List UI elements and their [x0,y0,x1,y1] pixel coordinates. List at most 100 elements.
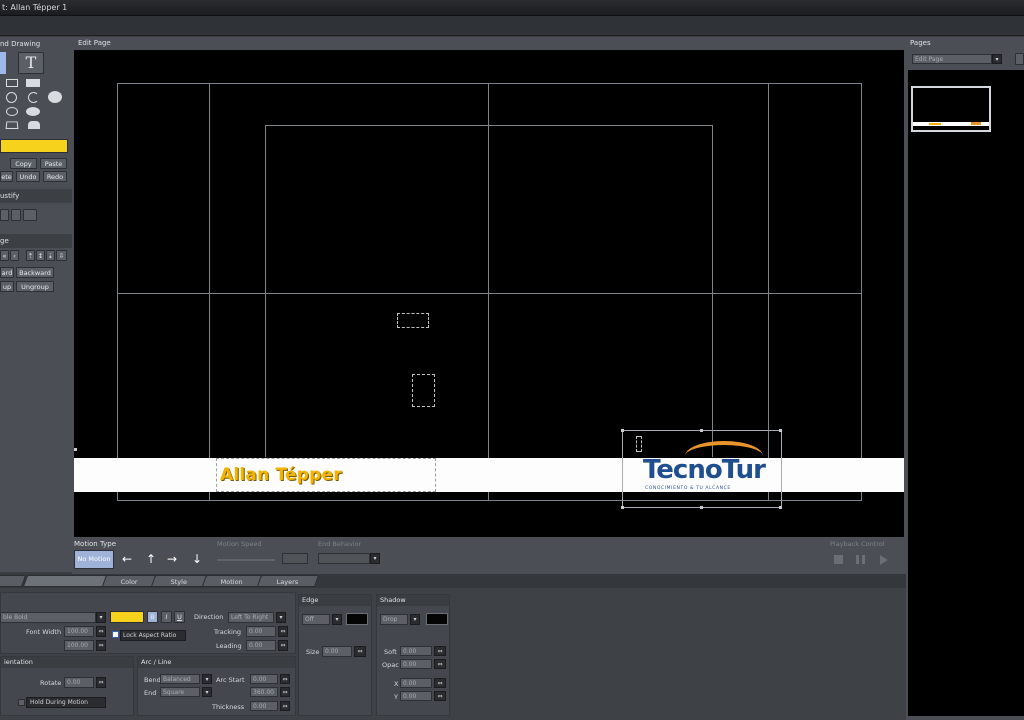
pages-options-button[interactable] [1015,53,1024,65]
underline-button[interactable]: U [174,611,185,623]
forward-button[interactable]: ard [0,267,14,278]
font-name-dropdown-arrow[interactable]: ▾ [96,612,106,623]
shadow-type-field[interactable]: Drop [380,614,408,625]
play-icon[interactable] [880,555,888,565]
pages-dropdown-arrow[interactable]: ▾ [992,54,1002,64]
hold-during-motion-label[interactable]: Hold During Motion [26,697,106,708]
lock-aspect-label[interactable]: Lock Aspect Ratio [120,630,186,641]
end-behavior-dropdown[interactable] [318,553,370,564]
shadow-soft-field[interactable]: 0.00 [400,646,432,656]
placeholder-object-2[interactable] [412,374,435,407]
shadow-y-stepper[interactable]: ⇔ [434,691,446,701]
arc-start-stepper[interactable]: ⇔ [280,674,290,684]
no-motion-button[interactable]: No Motion [74,550,114,569]
selection-handle[interactable] [779,506,782,509]
back-icon[interactable]: ‹ [10,250,19,261]
tab-motion[interactable]: Motion [201,575,263,587]
selection-handle[interactable] [621,506,624,509]
end-cap-dropdown-arrow[interactable]: ▾ [202,687,212,697]
align-bottom-icon[interactable]: ⇣ [46,250,55,261]
shadow-color-swatch[interactable] [426,613,448,625]
justify-right-button[interactable] [23,209,37,221]
font-name-field[interactable]: ble Bold [0,612,96,623]
tracking-field[interactable]: 0.00 [246,626,276,637]
shadow-x-stepper[interactable]: ⇔ [434,678,446,688]
shadow-type-dropdown-arrow[interactable]: ▾ [410,614,420,625]
motion-up-arrow-icon[interactable]: ↑ [146,552,156,566]
arc-end-field[interactable]: 360.00 [250,687,278,697]
redo-button[interactable]: Redo [43,171,67,182]
undo-button[interactable]: Undo [16,171,40,182]
tab-layers[interactable]: Layers [256,575,320,587]
paste-button[interactable]: Paste [40,158,67,169]
motion-down-arrow-icon[interactable]: ↓ [192,552,202,566]
distribute-icon[interactable]: ⇩ [56,250,67,261]
motion-speed-slider[interactable] [217,559,275,561]
selection-handle[interactable] [621,429,624,432]
page-thumbnail[interactable] [911,86,991,132]
pie-tool-icon[interactable] [28,92,39,103]
group-button[interactable]: up [0,281,14,292]
ungroup-button[interactable]: Ungroup [16,281,54,292]
font-color-swatch[interactable] [110,611,144,623]
font-height-stepper[interactable]: ⇔ [96,640,106,651]
selection-handle[interactable] [700,429,703,432]
italic-button[interactable]: I [161,611,172,623]
edge-type-field[interactable]: Off [302,614,330,625]
text-tool-button[interactable]: T [18,52,44,74]
stop-icon[interactable] [834,555,843,564]
edit-canvas[interactable]: Allan Tépper TecnoTur CONOCIMIENTO & TU … [74,50,904,538]
pause-icon[interactable] [856,555,865,564]
ellipse-tool-icon[interactable] [6,107,18,116]
edge-color-swatch[interactable] [346,613,368,625]
bend-field[interactable]: Balanced [160,674,200,684]
selection-handle[interactable] [700,506,703,509]
end-cap-field[interactable]: Square [160,687,200,697]
tab-style[interactable]: Style [150,575,208,587]
rotate-stepper[interactable]: ⇔ [96,677,106,688]
edge-size-stepper[interactable]: ⇔ [354,646,366,657]
shadow-opacity-field[interactable]: 0.00 [400,659,432,669]
selection-handle[interactable] [779,429,782,432]
circle-tool-icon[interactable] [6,92,17,103]
direction-dropdown-arrow[interactable]: ▾ [276,612,286,623]
motion-right-arrow-icon[interactable]: → [167,552,177,566]
align-middle-icon[interactable]: ↕ [36,250,45,261]
lock-aspect-checkbox[interactable] [112,631,119,638]
shadow-y-field[interactable]: 0.00 [400,691,432,701]
motion-speed-field[interactable] [282,553,308,564]
select-tool-button[interactable] [0,52,6,74]
font-width-field[interactable]: 100.00 [64,626,94,637]
shadow-soft-stepper[interactable]: ⇔ [434,646,446,656]
leading-stepper[interactable]: ⇔ [278,640,288,651]
arc-start-field[interactable]: 0.00 [250,674,278,684]
filled-circle-tool-icon[interactable] [48,91,62,103]
end-behavior-arrow[interactable]: ▾ [370,553,380,564]
bold-button[interactable]: B [147,611,158,623]
copy-button[interactable]: Copy [10,158,37,169]
leading-field[interactable]: 0.00 [246,640,276,651]
logo-selection-box[interactable]: TecnoTur CONOCIMIENTO & TU ALCANCE [621,429,782,509]
tab-text-attributes[interactable] [22,575,108,587]
filled-trapezoid-tool-icon[interactable] [28,121,40,129]
delete-button[interactable]: ete [0,171,13,182]
bend-dropdown-arrow[interactable]: ▾ [202,674,212,684]
arc-end-stepper[interactable]: ⇔ [280,687,290,697]
motion-left-arrow-icon[interactable]: ← [122,552,132,566]
fill-color-swatch[interactable] [0,139,68,153]
placeholder-object-1[interactable] [397,313,429,328]
rect-tool-icon[interactable] [6,79,18,87]
tracking-stepper[interactable]: ⇔ [278,626,288,637]
direction-field[interactable]: Left To Right [228,612,274,623]
pages-dropdown[interactable]: Edit Page [912,54,992,64]
justify-left-button[interactable] [0,209,9,221]
thickness-field[interactable]: 0.00 [250,701,278,711]
edge-size-field[interactable]: 0.00 [322,646,352,657]
edge-type-dropdown-arrow[interactable]: ▾ [332,614,342,625]
backward-button[interactable]: Backward [16,267,54,278]
filled-ellipse-tool-icon[interactable] [26,107,40,116]
shadow-x-field[interactable]: 0.00 [400,678,432,688]
justify-center-button[interactable] [11,209,21,221]
font-width-stepper[interactable]: ⇔ [96,626,106,637]
to-back-icon[interactable]: « [0,250,9,261]
